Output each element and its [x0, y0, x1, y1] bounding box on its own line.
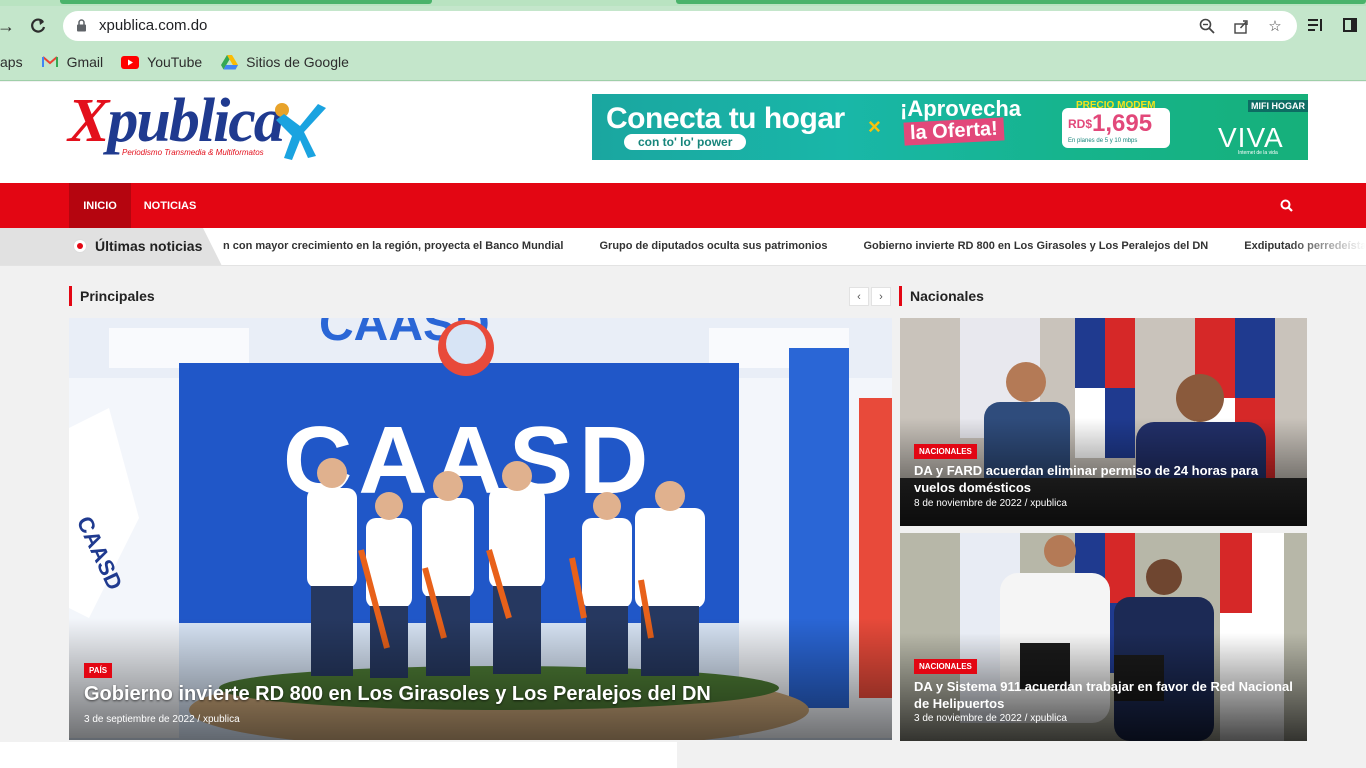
youtube-icon	[121, 55, 140, 69]
ad-banner-viva[interactable]: Conecta tu hogar con to' lo' power × ¡Ap…	[592, 94, 1308, 160]
section-title-principales: Principales	[69, 286, 155, 306]
zoom-icon[interactable]	[1197, 16, 1217, 36]
logo-wordmark: Xpublica	[68, 87, 285, 155]
ad-price-box: RD$ 1,695 En planes de 5 y 10 mbps	[1062, 108, 1170, 148]
logo-figure-icon	[275, 103, 326, 160]
bookmarks-bar: aps Gmail YouTube Sitios de Google	[0, 50, 367, 74]
ticker-label-box: Últimas noticias	[0, 228, 222, 265]
ad-separator: ×	[868, 114, 881, 139]
news-ticker: Últimas noticias n con mayor crecimiento…	[0, 228, 1366, 266]
sidebar-panel-icon[interactable]	[1340, 15, 1360, 35]
hero-title[interactable]: Gobierno invierte RD 800 en Los Girasole…	[84, 683, 711, 706]
site-logo[interactable]: Xpublica Periodismo Transmedia & Multifo…	[68, 90, 330, 166]
ad-currency: RD$	[1068, 117, 1093, 131]
nav-item-noticias[interactable]: NOTICIAS	[137, 183, 203, 228]
ad-subheadline: con to' lo' power	[624, 134, 747, 150]
news-card[interactable]: NACIONALES DA y FARD acuerdan eliminar p…	[900, 318, 1307, 526]
nav-item-inicio[interactable]: INICIO	[69, 183, 131, 228]
bookmark-youtube[interactable]: YouTube	[121, 54, 202, 70]
ad-price: 1,695	[1092, 110, 1153, 137]
category-badge[interactable]: PAÍS	[84, 663, 113, 678]
card-title[interactable]: DA y FARD acuerdan eliminar permiso de 2…	[914, 462, 1294, 496]
browser-toolbar: → xpublica.com.do ☆ aps Gmail YouTube Si…	[0, 6, 1366, 81]
logo-tagline: Periodismo Transmedia & Multiformatos	[122, 148, 264, 157]
google-drive-icon	[220, 54, 238, 69]
ad-offer-sub: la Oferta!	[903, 117, 1005, 146]
ad-brand-sub: Internet de la vida	[1238, 150, 1278, 156]
main-nav: INICIO NOTICIAS	[0, 183, 1366, 228]
lock-icon[interactable]	[76, 19, 87, 32]
ad-headline: Conecta tu hogar	[606, 102, 845, 135]
ticker-label: Últimas noticias	[95, 238, 203, 254]
reading-list-icon[interactable]	[1306, 15, 1326, 35]
bookmark-gmail[interactable]: Gmail	[41, 54, 104, 70]
gmail-icon	[41, 55, 59, 69]
share-icon[interactable]	[1231, 16, 1251, 36]
category-badge[interactable]: NACIONALES	[914, 659, 977, 674]
ticker-item[interactable]: Grupo de diputados oculta sus patrimonio…	[599, 240, 827, 252]
address-bar[interactable]: xpublica.com.do ☆	[63, 11, 1297, 41]
ad-mifi-label: MIFI HOGAR	[1248, 100, 1308, 112]
live-dot-icon	[73, 239, 87, 253]
news-card[interactable]: NACIONALES DA y Sistema 911 acuerdan tra…	[900, 533, 1307, 741]
ticker-items: n con mayor crecimiento en la región, pr…	[223, 240, 1366, 252]
slider-arrows: ‹ ›	[849, 287, 891, 306]
reload-icon[interactable]	[26, 14, 50, 38]
bookmark-label[interactable]: Gmail	[67, 54, 104, 70]
search-icon[interactable]	[1279, 198, 1295, 214]
ad-fine-print: En planes de 5 y 10 mbps	[1068, 138, 1138, 144]
bookmark-star-icon[interactable]: ☆	[1265, 16, 1285, 36]
ticker-item[interactable]: n con mayor crecimiento en la región, pr…	[223, 240, 563, 252]
ticker-item[interactable]: Gobierno invierte RD 800 en Los Girasole…	[863, 240, 1208, 252]
card-title[interactable]: DA y Sistema 911 acuerdan trabajar en fa…	[914, 678, 1294, 712]
bookmark-label[interactable]: Sitios de Google	[246, 54, 349, 70]
hero-article[interactable]: CAASD CAASD CAASD PAÍS Gobierno invierte…	[69, 318, 892, 740]
url-text[interactable]: xpublica.com.do	[99, 17, 207, 34]
bookmark-label[interactable]: YouTube	[147, 54, 202, 70]
hero-meta: 3 de septiembre de 2022 / xpublica	[84, 714, 240, 725]
site-header: Xpublica Periodismo Transmedia & Multifo…	[0, 82, 1366, 183]
ticker-fade	[1286, 228, 1366, 265]
card-meta: 8 de noviembre de 2022 / xpublica	[914, 498, 1067, 509]
back-arrow-icon[interactable]: →	[0, 14, 18, 38]
section-title-nacionales: Nacionales	[899, 286, 984, 306]
bookmark-apps[interactable]: aps	[0, 54, 23, 70]
chevron-right-icon[interactable]: ›	[871, 287, 891, 306]
tab-indicator-active[interactable]	[676, 0, 1366, 4]
card-meta: 3 de noviembre de 2022 / xpublica	[914, 713, 1067, 724]
bookmark-google-sites[interactable]: Sitios de Google	[220, 54, 349, 70]
bookmark-label[interactable]: aps	[0, 54, 23, 70]
page-footer-area	[0, 742, 677, 768]
chevron-left-icon[interactable]: ‹	[849, 287, 869, 306]
tab-indicator[interactable]	[60, 0, 432, 4]
category-badge[interactable]: NACIONALES	[914, 444, 977, 459]
